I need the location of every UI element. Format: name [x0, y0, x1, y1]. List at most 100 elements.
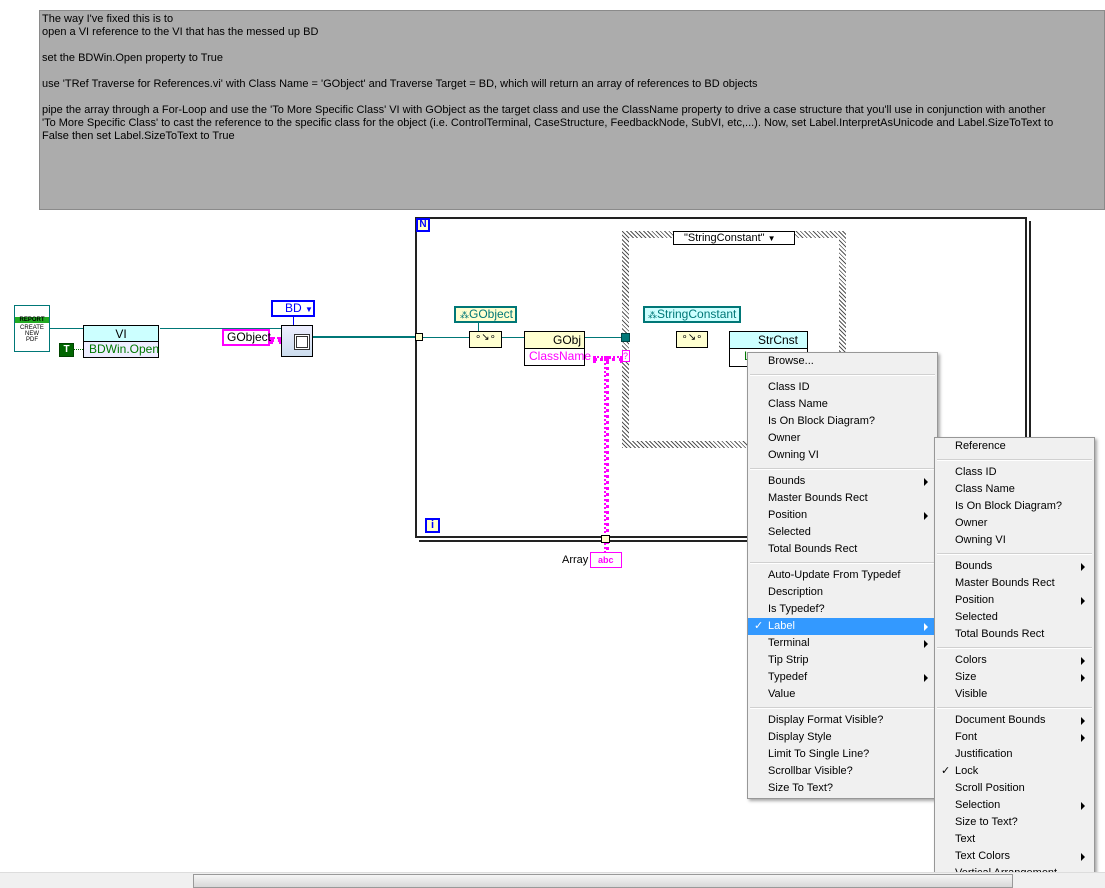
ref-array-wire: [313, 336, 417, 338]
menu-item-display-format-visible[interactable]: Display Format Visible?: [748, 712, 937, 729]
class-name-string-constant[interactable]: GObject: [222, 329, 271, 346]
menu-item-selected[interactable]: Selected: [748, 524, 937, 541]
menu-item-position[interactable]: Position: [935, 592, 1094, 609]
menu-item-is-on-block-diagram[interactable]: Is On Block Diagram?: [748, 413, 937, 430]
vi-property-node[interactable]: VI BDWin.Open: [83, 325, 159, 358]
menu-separator: [935, 643, 1094, 652]
menu-item-auto-update-from-typedef[interactable]: Auto-Update From Typedef: [748, 567, 937, 584]
loop-index-terminal[interactable]: i: [425, 518, 440, 533]
menu-item-tip-strip[interactable]: Tip Strip: [748, 652, 937, 669]
case-selector-terminal[interactable]: ?: [622, 350, 630, 362]
menu-item-bounds[interactable]: Bounds: [935, 558, 1094, 575]
menu-item-size-to-text[interactable]: Size To Text?: [748, 780, 937, 797]
property-classname[interactable]: ClassName: [525, 349, 591, 364]
menu-item-label: Total Bounds Rect: [955, 628, 1045, 640]
ref-wire: [44, 328, 84, 329]
output-tunnel[interactable]: [601, 535, 610, 543]
menu-item-owner[interactable]: Owner: [748, 430, 937, 447]
menu-item-text[interactable]: Text: [935, 831, 1094, 848]
menu-item-class-id[interactable]: Class ID: [748, 379, 937, 396]
menu-item-class-name[interactable]: Class Name: [748, 396, 937, 413]
menu-item-font[interactable]: Font: [935, 729, 1094, 746]
menu-item-total-bounds-rect[interactable]: Total Bounds Rect: [935, 626, 1094, 643]
menu-item-owning-vi[interactable]: Owning VI: [748, 447, 937, 464]
menu-item-display-style[interactable]: Display Style: [748, 729, 937, 746]
menu-item-scrollbar-visible[interactable]: Scrollbar Visible?: [748, 763, 937, 780]
menu-item-size-to-text[interactable]: Size to Text?: [935, 814, 1094, 831]
comment-line: pipe the array through a For-Loop and us…: [42, 104, 1046, 116]
menu-item-label: Font: [955, 731, 978, 743]
menu-item-label: Class Name: [768, 398, 828, 410]
report-icon-text: CREATE NEW PDF: [20, 325, 44, 343]
label-submenu[interactable]: Reference Class ID Class Name Is On Block D…: [934, 437, 1095, 883]
true-constant[interactable]: T: [59, 343, 74, 357]
menu-item-justification[interactable]: Justification: [935, 746, 1094, 763]
menu-item-size[interactable]: Size: [935, 669, 1094, 686]
horizontal-scrollbar[interactable]: [0, 872, 1105, 888]
menu-item-class-id[interactable]: Class ID: [935, 464, 1094, 481]
menu-item-label: Bounds: [955, 560, 993, 572]
to-more-specific-class-node[interactable]: ∘↘∘: [469, 331, 502, 348]
menu-item-selected[interactable]: Selected: [935, 609, 1094, 626]
menu-item-owner[interactable]: Owner: [935, 515, 1094, 532]
submenu-arrow-icon: [1081, 657, 1085, 665]
traverse-target-enum[interactable]: BD ▼: [271, 300, 315, 317]
menu-item-text-colors[interactable]: Text Colors: [935, 848, 1094, 865]
dropdown-icon: ▼: [767, 234, 776, 243]
menu-item-limit-to-single-line[interactable]: Limit To Single Line?: [748, 746, 937, 763]
menu-item-document-bounds[interactable]: Document Bounds: [935, 712, 1094, 729]
menu-item-position[interactable]: Position: [748, 507, 937, 524]
case-selector-label[interactable]: "StringConstant" ▼: [673, 231, 795, 245]
stringconstant-class-constant[interactable]: ⁂StringConstant: [643, 306, 741, 323]
submenu-arrow-icon: [1081, 597, 1085, 605]
menu-item-label: Owner: [955, 517, 988, 529]
menu-item-reference[interactable]: Reference: [935, 438, 1094, 455]
menu-item-label: Class Name: [955, 483, 1015, 495]
scrollbar-thumb[interactable]: [193, 874, 1013, 888]
menu-item-browse[interactable]: Browse...: [748, 353, 937, 370]
menu-item-colors[interactable]: Colors: [935, 652, 1094, 669]
menu-item-label: Value: [768, 688, 796, 700]
menu-item-label: Owning VI: [768, 449, 819, 461]
comment-line: set the BDWin.Open property to True: [42, 52, 223, 64]
menu-item-label: Tip Strip: [768, 654, 809, 666]
menu-item-master-bounds-rect[interactable]: Master Bounds Rect: [935, 575, 1094, 592]
array-indicator-text: abc: [598, 555, 614, 565]
auto-index-tunnel[interactable]: [415, 333, 423, 341]
menu-item-class-name[interactable]: Class Name: [935, 481, 1094, 498]
case-input-tunnel[interactable]: [621, 333, 630, 342]
menu-separator: [935, 549, 1094, 558]
gobj-property-node[interactable]: GObj ClassName: [524, 331, 591, 366]
menu-item-lock[interactable]: ✓ Lock: [935, 763, 1094, 780]
report-vi-icon[interactable]: REPORT CREATE NEW PDF: [14, 305, 50, 352]
menu-item-owning-vi[interactable]: Owning VI: [935, 532, 1094, 549]
menu-item-label[interactable]: ✓ Label: [748, 618, 937, 635]
menu-item-description[interactable]: Description: [748, 584, 937, 601]
menu-separator: [748, 703, 937, 712]
menu-item-bounds[interactable]: Bounds: [748, 473, 937, 490]
menu-item-scroll-position[interactable]: Scroll Position: [935, 780, 1094, 797]
gobject-class-constant[interactable]: ⁂GObject: [454, 306, 517, 323]
submenu-arrow-icon: [1081, 674, 1085, 682]
to-more-specific-class-node[interactable]: ∘↘∘: [676, 331, 708, 348]
array-indicator[interactable]: abc: [590, 552, 622, 568]
menu-item-master-bounds-rect[interactable]: Master Bounds Rect: [748, 490, 937, 507]
menu-item-terminal[interactable]: Terminal: [748, 635, 937, 652]
menu-item-label: Class ID: [768, 381, 810, 393]
property-bdwin-open[interactable]: BDWin.Open: [84, 342, 159, 357]
menu-item-visible[interactable]: Visible: [935, 686, 1094, 703]
menu-item-value[interactable]: Value: [748, 686, 937, 703]
menu-separator: [748, 370, 937, 379]
class-icon: ⁂: [460, 310, 469, 320]
tref-traverse-subvi[interactable]: [281, 325, 313, 357]
menu-item-selection[interactable]: Selection: [935, 797, 1094, 814]
menu-item-label: Visible: [955, 688, 988, 700]
property-context-menu[interactable]: Browse... Class ID Class Name Is On Block D…: [747, 352, 938, 799]
menu-item-typedef[interactable]: Typedef: [748, 669, 937, 686]
menu-item-label: Text: [955, 833, 976, 845]
loop-count-terminal[interactable]: N: [416, 218, 430, 232]
menu-item-is-typedef[interactable]: Is Typedef?: [748, 601, 937, 618]
comment-label[interactable]: The way I've fixed this is to open a VI r…: [39, 10, 1105, 210]
menu-item-is-on-block-diagram[interactable]: Is On Block Diagram?: [935, 498, 1094, 515]
menu-item-total-bounds-rect[interactable]: Total Bounds Rect: [748, 541, 937, 558]
